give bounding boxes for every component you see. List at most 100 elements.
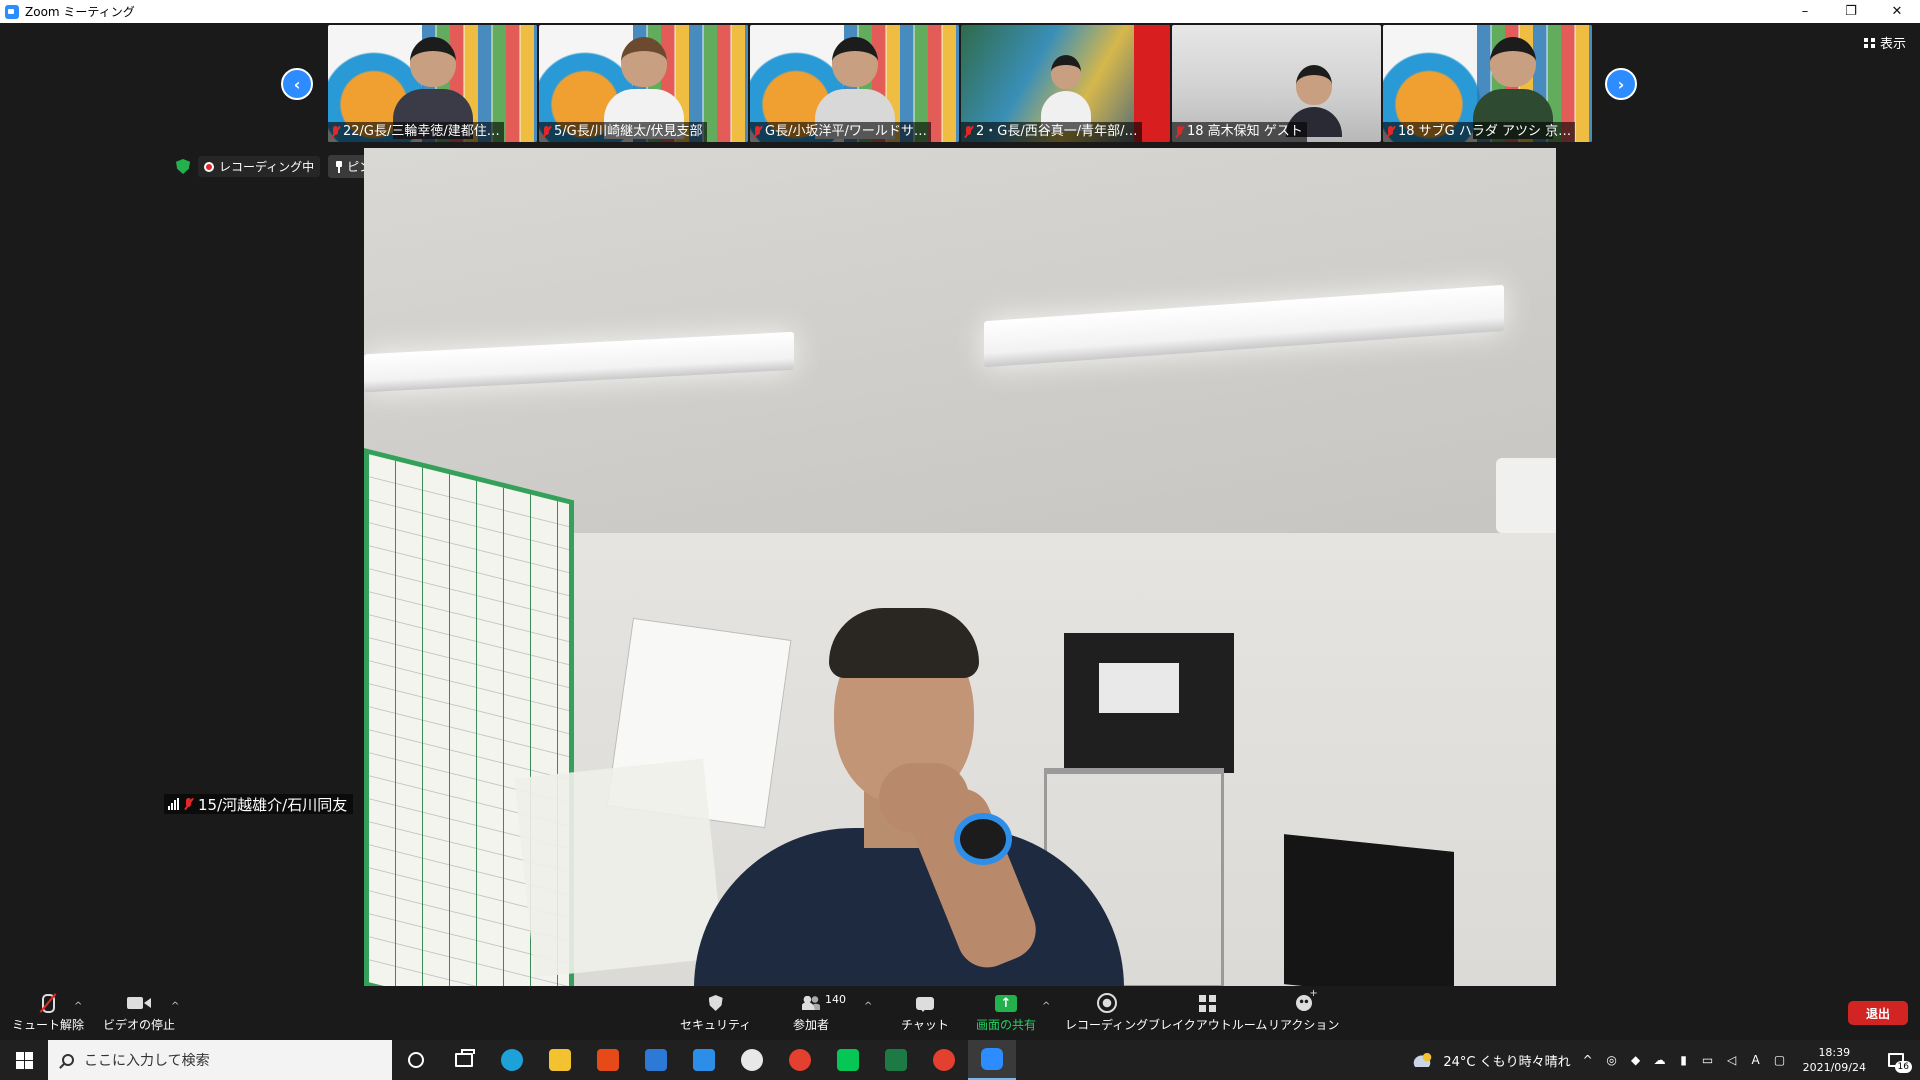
meet-now-icon[interactable]: ◎ [1605,1053,1619,1067]
posted-papers [514,758,724,978]
recording-label: レコーディング中 [219,160,315,174]
participant-thumbnail[interactable]: G長/小坂洋平/ワールドサ… [750,25,959,142]
record-icon [1095,993,1119,1013]
taskbar-app-edge[interactable] [488,1040,536,1080]
task-view-button[interactable] [440,1040,488,1080]
main-video-feed[interactable] [364,148,1556,986]
taskbar-app-chrome-profile[interactable] [920,1040,968,1080]
participant-name: 22/G長/三輪幸徳/建都住… [343,124,500,139]
close-button[interactable]: ✕ [1874,0,1920,23]
view-button[interactable]: 表示 [1863,33,1906,52]
participants-label: 参加者 [793,1018,830,1032]
volume-icon[interactable]: ◁ [1725,1053,1739,1067]
participant-name: 18 高木保知 ゲスト [1187,124,1303,139]
taskbar-app-chrome[interactable] [776,1040,824,1080]
participant-thumbnail[interactable]: 5/G長/川崎継太/伏見支部 [539,25,748,142]
participant-name-tag: 18 サブG ハラダ アツシ 京… [1383,122,1576,142]
view-label: 表示 [1879,37,1906,52]
chat-button[interactable]: チャット [901,993,949,1033]
security-button[interactable]: セキュリティ [680,993,751,1033]
onedrive-cloud-icon[interactable]: ☁ [1653,1053,1667,1067]
reactions-label: リアクション [1268,1018,1340,1032]
stop-video-label: ビデオの停止 [103,1018,176,1032]
window-title: Zoom ミーティング [25,5,135,19]
mail-icon [693,1049,715,1071]
ime-mode-icon[interactable]: ▢ [1773,1053,1787,1067]
action-center-button[interactable]: 16 [1882,1048,1912,1073]
taskbar-app-line[interactable] [824,1040,872,1080]
taskbar-app-store[interactable] [632,1040,680,1080]
breakout-rooms-button[interactable]: ブレイクアウトルーム [1148,993,1267,1033]
participant-thumbnail[interactable]: 18 高木保知 ゲスト [1172,25,1381,142]
windows-taskbar: ここに入力して検索 24°C くもり時々晴れ ^ ◎ ◆ ☁ ▮ ▭ ◁ A ▢… [0,1040,1920,1080]
taskbar-app-excel[interactable] [872,1040,920,1080]
participant-thumbnail[interactable]: 22/G長/三輪幸徳/建都住… [328,25,537,142]
mic-muted-icon [542,126,551,138]
signal-strength-icon [168,798,179,810]
taskbar-search-box[interactable]: ここに入力して検索 [48,1040,392,1080]
stop-video-button[interactable]: ビデオの停止 [103,993,175,1033]
cortana-button[interactable] [392,1040,440,1080]
participants-count: 140 [825,993,846,1006]
share-screen-icon [994,993,1018,1013]
participant-thumbnail[interactable]: 2・G長/西谷真一/青年部/… [961,25,1170,142]
gallery-next-button[interactable]: › [1605,68,1637,100]
security-label: セキュリティ [680,1018,752,1032]
recording-button[interactable]: レコーディング [1065,993,1148,1033]
ime-indicator[interactable]: A [1749,1053,1763,1067]
clock-date: 2021/09/24 [1802,1061,1866,1074]
participant-name: 2・G長/西谷真一/青年部/… [976,124,1138,139]
unmute-button[interactable]: ミュート解除 [12,993,84,1033]
taskbar-app-slack[interactable] [728,1040,776,1080]
microphone-muted-icon [36,993,60,1013]
weather-cloud-sun-icon[interactable] [1413,1053,1434,1067]
tray-expand-icon[interactable]: ^ [1581,1053,1595,1067]
chevron-left-icon: ‹ [293,74,301,94]
minimize-button[interactable]: – [1782,0,1828,23]
meeting-toolbar: ミュート解除 ^ ビデオの停止 ^ セキュリティ 140 参加者 ^ チャット … [0,988,1920,1040]
participants-button[interactable]: 140 参加者 [793,993,846,1033]
participants-options-caret[interactable]: ^ [864,1001,872,1012]
video-camera-icon [127,993,151,1013]
reactions-button[interactable]: リアクション [1268,988,1340,1033]
clock-time: 18:39 [1818,1046,1851,1059]
pin-icon [335,160,343,173]
leave-meeting-button[interactable]: 退出 [1848,1001,1908,1025]
mic-muted-icon [964,126,973,138]
system-tray: 24°C くもり時々晴れ ^ ◎ ◆ ☁ ▮ ▭ ◁ A ▢ 18:39 202… [1413,1045,1920,1075]
network-icon[interactable]: ▭ [1701,1053,1715,1067]
participant-name: 18 サブG ハラダ アツシ 京… [1398,124,1572,139]
cabinet-label [1099,663,1179,713]
participant-name-tag: 5/G長/川崎継太/伏見支部 [539,122,707,142]
microphone-icon[interactable]: ▮ [1677,1053,1691,1067]
weather-text[interactable]: 24°C くもり時々晴れ [1443,1051,1570,1070]
audio-options-caret[interactable]: ^ [74,1001,82,1012]
video-options-caret[interactable]: ^ [171,1001,179,1012]
recording-indicator[interactable]: レコーディング中 [198,156,321,177]
meeting-area: ‹ 22/G長/三輪幸徳/建都住… 5/G長/川崎継太/伏見支部 G長/小坂洋平 [0,23,1920,989]
excel-icon [885,1049,907,1071]
taskbar-app-explorer[interactable] [536,1040,584,1080]
taskbar-app-office[interactable] [584,1040,632,1080]
share-options-caret[interactable]: ^ [1042,1001,1050,1012]
chevron-right-icon: › [1617,74,1625,94]
restore-button[interactable]: ❐ [1828,0,1874,23]
recording-dot-icon [204,161,214,172]
taskbar-app-mail[interactable] [680,1040,728,1080]
gallery-prev-button[interactable]: ‹ [281,68,313,100]
encryption-shield-icon[interactable] [176,159,190,174]
notification-count: 16 [1894,1061,1912,1073]
participant-thumbnail[interactable]: 18 サブG ハラダ アツシ 京… [1383,25,1592,142]
taskbar-app-zoom[interactable] [968,1040,1016,1080]
share-screen-button[interactable]: 画面の共有 [976,993,1036,1033]
smartwatch [954,813,1012,865]
taskbar-clock[interactable]: 18:39 2021/09/24 [1797,1045,1872,1075]
search-icon [62,1054,74,1066]
cortana-icon [408,1052,424,1068]
speaker-hair [829,608,979,678]
chrome-profile-icon [933,1049,955,1071]
start-button[interactable] [0,1040,48,1080]
dropbox-icon[interactable]: ◆ [1629,1053,1643,1067]
zoom-app-icon [5,4,19,19]
zoom-icon [981,1048,1003,1070]
